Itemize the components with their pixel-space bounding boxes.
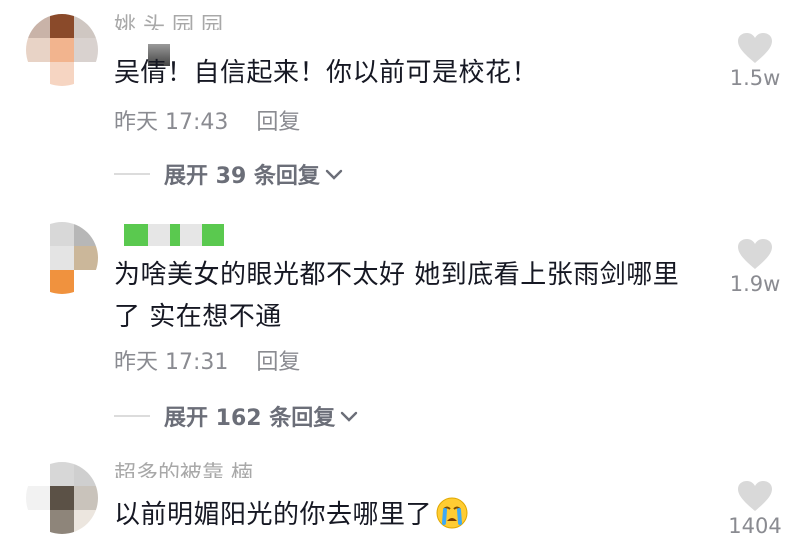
crying-face-emoji: [436, 497, 468, 529]
comment-text[interactable]: 以前明媚阳光的你去哪里了: [114, 494, 704, 536]
like-count: 1404: [728, 514, 782, 538]
like-button[interactable]: 1404: [722, 480, 788, 538]
avatar[interactable]: [26, 462, 98, 534]
username[interactable]: 超多的被靠 楠: [114, 462, 253, 478]
comment-3: 超多的被靠 楠 以前明媚阳光的你去哪里了 1404: [0, 0, 800, 543]
heart-icon: [738, 481, 772, 511]
comment-text-content: 以前明媚阳光的你去哪里了: [114, 500, 433, 530]
